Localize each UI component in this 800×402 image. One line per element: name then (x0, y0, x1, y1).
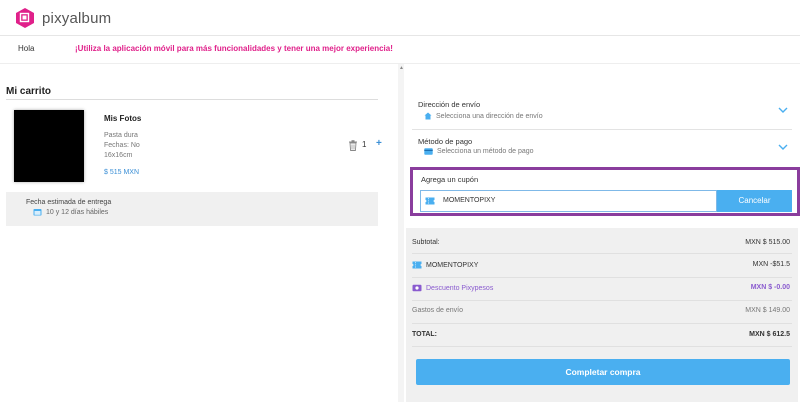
sub-bar: Hola ¡Utiliza la aplicación móvil para m… (0, 36, 800, 64)
shipping-title: Dirección de envío (418, 100, 481, 109)
item-price: $ 515 MXN (104, 169, 140, 176)
pixypesos-value: MXN $ -0.00 (750, 284, 790, 291)
trash-icon[interactable] (348, 140, 358, 151)
coupon-input-value: MOMENTOPIXY (443, 197, 496, 204)
chevron-down-icon[interactable] (778, 107, 788, 113)
delivery-value: 10 y 12 días hábiles (46, 209, 109, 216)
summary-divider (412, 323, 792, 324)
total-row: TOTAL: MXN $ 612.5 (412, 331, 792, 345)
pixypesos-label-wrap: Descuento Pixypesos (412, 284, 493, 292)
cart-item: Mis Fotos Pasta dura Fechas: No 16x16cm … (6, 102, 382, 194)
increase-quantity-button[interactable]: + (376, 138, 382, 149)
payment-placeholder: Selecciona un método de pago (437, 148, 534, 155)
subtotal-value: MXN $ 515.00 (745, 239, 790, 246)
pixypesos-row: Descuento Pixypesos MXN $ -0.00 (412, 284, 792, 298)
complete-purchase-button[interactable]: Completar compra (416, 359, 790, 385)
shipping-cost-label: Gastos de envío (412, 307, 463, 314)
item-name: Mis Fotos (104, 114, 142, 123)
total-label: TOTAL: (412, 331, 438, 338)
pixyalbum-logo-icon (16, 8, 34, 28)
payment-placeholder-row: Selecciona un método de pago (424, 148, 534, 155)
item-cover: Pasta dura (104, 132, 138, 139)
top-header: pixyalbum (0, 0, 800, 36)
coupon-discount-label: MOMENTOPIXY (426, 261, 479, 269)
item-size: 16x16cm (104, 152, 133, 159)
pixypesos-label: Descuento Pixypesos (426, 284, 494, 292)
ticket-icon (425, 197, 435, 205)
item-dates: Fechas: No (104, 142, 140, 149)
scroll-up-icon[interactable]: ▲ (399, 65, 404, 71)
cancel-coupon-button[interactable]: Cancelar (717, 190, 792, 212)
coupon-title: Agrega un cupón (421, 175, 479, 184)
subtotal-row: Subtotal: MXN $ 515.00 (412, 239, 792, 253)
checkout-panel: Dirección de envío Selecciona una direcc… (406, 64, 800, 402)
shipping-address-section[interactable]: Dirección de envío Selecciona una direcc… (406, 94, 798, 128)
delivery-label: Fecha estimada de entrega (26, 199, 112, 206)
greeting-text: Hola (18, 44, 35, 53)
brand-name: pixyalbum (42, 9, 112, 27)
credit-card-icon (424, 148, 433, 155)
summary-divider (412, 346, 792, 347)
ticket-icon (412, 261, 422, 269)
item-thumbnail[interactable] (14, 110, 84, 182)
payment-title: Método de pago (418, 137, 473, 146)
shipping-cost-row: Gastos de envío MXN $ 149.00 (412, 307, 792, 321)
coupon-discount-row: MOMENTOPIXY MXN -$51.5 (412, 261, 792, 275)
shipping-cost-value: MXN $ 149.00 (745, 307, 790, 314)
coupon-discount-value: MXN -$51.5 (752, 261, 790, 268)
delivery-estimate: Fecha estimada de entrega 10 y 12 días h… (6, 192, 378, 226)
coin-wallet-icon (412, 284, 422, 292)
payment-method-section[interactable]: Método de pago Selecciona un método de p… (406, 131, 798, 165)
shipping-placeholder-row: Selecciona una dirección de envío (424, 112, 543, 120)
total-value: MXN $ 612.5 (749, 331, 790, 338)
coupon-input[interactable]: MOMENTOPIXY (420, 190, 717, 212)
cart-panel: Mi carrito Mis Fotos Pasta dura Fechas: … (0, 64, 396, 402)
brand-logo[interactable]: pixyalbum (14, 7, 111, 29)
item-quantity: 1 (362, 140, 367, 149)
section-divider (412, 129, 792, 130)
shipping-placeholder: Selecciona una dirección de envío (436, 112, 543, 120)
cart-title: Mi carrito (6, 86, 52, 97)
summary-divider (412, 300, 792, 301)
subtotal-label: Subtotal: (412, 239, 440, 246)
calendar-icon (33, 209, 42, 216)
home-icon (424, 112, 432, 120)
promo-banner[interactable]: ¡Utiliza la aplicación móvil para más fu… (75, 44, 393, 53)
summary-divider (412, 277, 792, 278)
coupon-discount-label-wrap: MOMENTOPIXY (412, 261, 478, 269)
summary-divider (412, 253, 792, 254)
scrollbar[interactable] (398, 64, 404, 402)
chevron-down-icon[interactable] (778, 144, 788, 150)
coupon-section: Agrega un cupón MOMENTOPIXY Cancelar (410, 167, 800, 216)
cart-title-divider (6, 99, 378, 100)
